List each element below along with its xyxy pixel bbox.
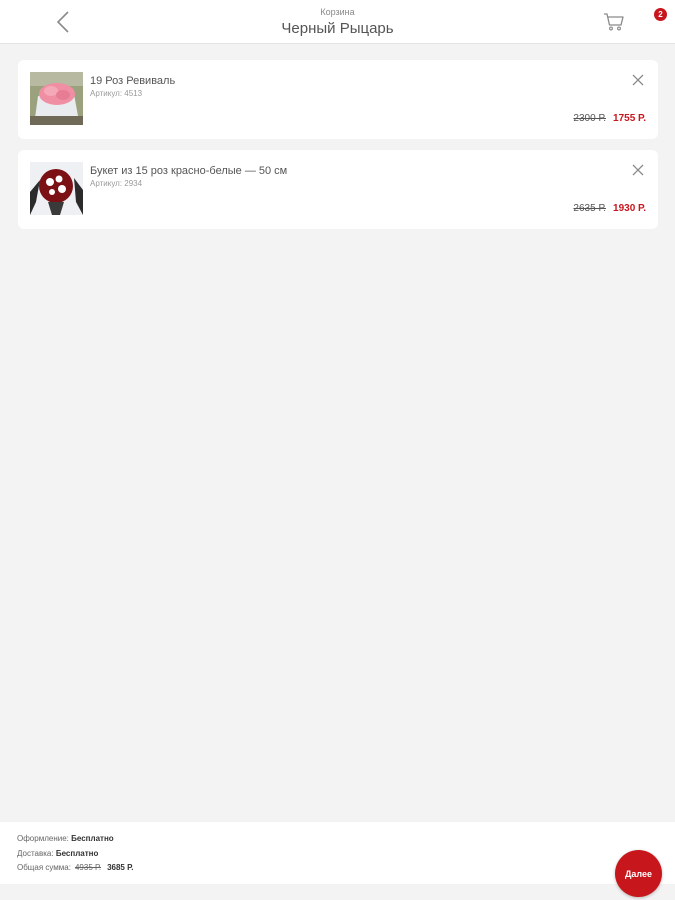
price-block: 2300 Р. 1755 Р.: [573, 113, 646, 125]
page-subtitle: Корзина: [320, 7, 355, 17]
delivery-value: Бесплатно: [55, 849, 99, 858]
product-sku: Артикул: 2934: [90, 179, 143, 188]
price-block: 2635 Р. 1930 Р.: [573, 203, 646, 215]
cart-icon: [604, 13, 624, 31]
close-icon: [632, 164, 644, 176]
order-summary: Оформление: Бесплатно Доставка: Бесплатн…: [0, 822, 675, 884]
current-price: 1755 Р.: [613, 113, 646, 124]
product-name[interactable]: Букет из 15 роз красно-белые — 50 см: [90, 164, 287, 178]
old-price: 2300 Р.: [573, 113, 607, 124]
page-title: Черный Рыцарь: [281, 20, 394, 37]
checkout-fee-value: Бесплатно: [71, 834, 114, 843]
cart-count-badge: 2: [654, 8, 667, 21]
header-titles: Корзина Черный Рыцарь: [0, 6, 675, 39]
total-old-price: 4935 Р.: [74, 863, 102, 872]
total-label: Общая сумма:: [17, 863, 71, 872]
close-icon: [632, 74, 644, 86]
product-image: [30, 162, 83, 215]
cart-button[interactable]: [603, 10, 625, 32]
cart-item[interactable]: Букет из 15 роз красно-белые — 50 см Арт…: [18, 150, 658, 229]
remove-item-button[interactable]: [630, 162, 646, 178]
next-button[interactable]: Далее: [615, 850, 662, 897]
product-sku: Артикул: 4513: [90, 89, 143, 98]
app-header: Корзина Черный Рыцарь 2: [0, 0, 675, 44]
current-price: 1930 Р.: [613, 203, 646, 214]
product-image: [30, 72, 83, 125]
product-name[interactable]: 19 Роз Ревиваль: [90, 74, 175, 88]
checkout-fee-row: Оформление: Бесплатно: [17, 833, 114, 844]
delivery-label: Доставка:: [17, 849, 54, 858]
cart-item[interactable]: 19 Роз Ревиваль Артикул: 4513 2300 Р. 175…: [18, 60, 658, 139]
total-row: Общая сумма: 4935 Р. 3685 Р.: [17, 862, 133, 873]
checkout-fee-label: Оформление:: [17, 834, 69, 843]
total-price: 3685 Р.: [107, 863, 134, 872]
remove-item-button[interactable]: [630, 72, 646, 88]
old-price: 2635 Р.: [573, 203, 607, 214]
delivery-row: Доставка: Бесплатно: [17, 848, 98, 859]
